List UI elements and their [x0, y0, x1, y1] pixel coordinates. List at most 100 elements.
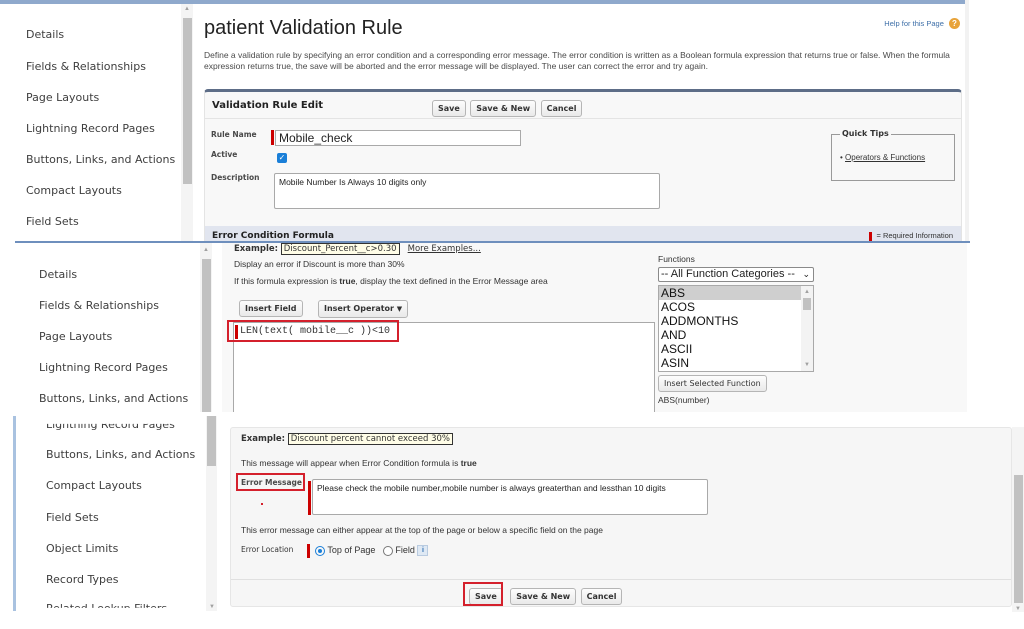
error-condition-title: Error Condition Formula — [212, 231, 334, 241]
save-new-button[interactable]: Save & New — [510, 588, 577, 605]
message-example-row: Example: Discount percent cannot exceed … — [241, 433, 454, 445]
radio-top-of-page[interactable] — [315, 545, 325, 556]
top-of-page-label[interactable]: Top of Page — [327, 545, 375, 555]
hint-bold: true — [460, 458, 477, 468]
scroll-down-arrow-icon[interactable]: ▼ — [804, 362, 810, 368]
more-examples-link[interactable]: More Examples... — [408, 244, 481, 254]
functions-label: Functions — [658, 254, 695, 264]
sidebar-item-page-layouts[interactable]: Page Layouts — [26, 91, 99, 104]
question-circle-icon[interactable]: ? — [949, 18, 960, 29]
scroll-thumb[interactable] — [202, 259, 211, 412]
function-option[interactable]: ADDMONTHS — [659, 314, 813, 328]
example-label: Example: — [241, 434, 286, 444]
formula-example-row: Example: Discount_Percent__c>0.30 More E… — [234, 243, 481, 255]
required-marker — [307, 544, 310, 558]
help-link[interactable]: Help for this Page ? — [884, 18, 960, 29]
screenshot-panel-1: Details Fields & Relationships Page Layo… — [0, 0, 1024, 242]
function-category-value: -- All Function Categories -- — [661, 268, 795, 280]
sidebar-item-compact-layouts[interactable]: Compact Layouts — [26, 184, 122, 197]
edit-block-title: Validation Rule Edit — [212, 100, 324, 111]
function-category-select[interactable]: -- All Function Categories -- ⌄ — [658, 267, 814, 282]
sidebar-item-field-sets[interactable]: Field Sets — [46, 511, 99, 524]
function-option[interactable]: ASIN — [659, 356, 813, 370]
sidebar-scrollbar[interactable]: ▲ — [200, 243, 212, 412]
function-option[interactable]: ABS — [659, 286, 813, 300]
function-option[interactable]: ACOS — [659, 300, 813, 314]
sidebar-scrollbar[interactable]: ▲ — [181, 4, 193, 242]
example-value: Discount_Percent__c>0.30 — [280, 243, 400, 255]
scroll-up-arrow-icon[interactable]: ▲ — [184, 6, 190, 12]
sidebar-item-details[interactable]: Details — [26, 28, 64, 41]
example-label: Example: — [234, 244, 279, 254]
rule-name-input[interactable]: Mobile_check — [275, 130, 521, 146]
scroll-thumb[interactable] — [207, 416, 216, 466]
scroll-up-arrow-icon[interactable]: ▲ — [203, 247, 209, 253]
insert-field-button[interactable]: Insert Field — [239, 300, 303, 317]
scroll-down-arrow-icon[interactable]: ▼ — [209, 604, 215, 610]
right-border — [965, 0, 969, 242]
sidebar-item-page-layouts[interactable]: Page Layouts — [39, 330, 112, 343]
scroll-up-arrow-icon[interactable]: ▲ — [804, 289, 810, 295]
scroll-down-arrow-icon[interactable]: ▼ — [1015, 606, 1021, 612]
sidebar-item-fields-relationships[interactable]: Fields & Relationships — [26, 60, 146, 73]
listbox-scrollbar[interactable]: ▲ ▼ — [801, 286, 813, 371]
save-new-button[interactable]: Save & New — [470, 100, 537, 117]
required-marker — [308, 481, 311, 515]
hint-suffix: , display the text defined in the Error … — [355, 276, 548, 286]
hint-bold: true — [339, 276, 356, 286]
sidebar-item-lightning-record-pages[interactable]: Lightning Record Pages — [39, 361, 168, 374]
error-location-radio-group: Top of Page Field i — [315, 545, 429, 557]
active-checkbox[interactable]: ✓ — [277, 153, 287, 163]
footer-divider — [231, 579, 1011, 580]
field-label[interactable]: Field — [395, 545, 415, 555]
insert-operator-label: Insert Operator — [324, 304, 394, 313]
error-location-label: Error Location — [241, 545, 294, 554]
formula-area: Example: Discount_Percent__c>0.30 More E… — [222, 243, 974, 412]
sidebar-item-lightning-record-pages[interactable]: Lightning Record Pages — [26, 122, 155, 135]
page-title: patient Validation Rule — [204, 17, 403, 39]
red-dot — [261, 503, 263, 505]
insert-operator-button[interactable]: Insert Operator ▼ — [318, 300, 409, 318]
save-button[interactable]: Save — [432, 100, 466, 117]
operators-functions-link[interactable]: Operators & Functions — [845, 153, 925, 162]
rule-name-label: Rule Name — [211, 130, 257, 139]
radio-field[interactable] — [382, 545, 393, 556]
scroll-thumb[interactable] — [1014, 475, 1023, 603]
function-option[interactable]: AND — [659, 328, 813, 342]
error-message-textarea[interactable]: Please check the mobile number,mobile nu… — [312, 479, 708, 515]
scroll-thumb[interactable] — [183, 18, 192, 184]
sidebar-item-related-lookup-filters[interactable]: Related Lookup Filters — [46, 602, 167, 608]
sidebar: Details Fields & Relationships Page Layo… — [0, 243, 200, 412]
help-link-text[interactable]: Help for this Page — [884, 19, 944, 28]
sidebar-item-buttons-links-actions[interactable]: Buttons, Links, and Actions — [26, 153, 175, 166]
cancel-button[interactable]: Cancel — [540, 100, 583, 117]
message-hint: This message will appear when Error Cond… — [241, 458, 477, 468]
hint-prefix: If this formula expression is — [234, 276, 340, 286]
sidebar-item-compact-layouts[interactable]: Compact Layouts — [46, 479, 142, 492]
insert-selected-function-button[interactable]: Insert Selected Function — [658, 375, 767, 392]
sidebar-item-buttons-links-actions[interactable]: Buttons, Links, and Actions — [39, 392, 188, 405]
sidebar-scrollbar[interactable]: ▼ — [206, 416, 217, 611]
error-condition-header: Error Condition Formula = Required Infor… — [205, 226, 961, 242]
hint-prefix: This message will appear when Error Cond… — [241, 458, 461, 468]
sidebar-item-field-sets[interactable]: Field Sets — [26, 215, 79, 228]
sidebar-item-record-types[interactable]: Record Types — [46, 573, 119, 586]
sidebar-item-fields-relationships[interactable]: Fields & Relationships — [39, 299, 159, 312]
required-marker — [271, 130, 274, 145]
validation-rule-edit-block: Validation Rule Edit Save Save & New Can… — [204, 89, 962, 242]
functions-listbox[interactable]: ABS ACOS ADDMONTHS AND ASCII ASIN ▲ ▼ — [658, 285, 814, 372]
scroll-thumb[interactable] — [803, 298, 811, 310]
sidebar: Details Fields & Relationships Page Layo… — [0, 0, 195, 242]
sidebar-item-object-limits[interactable]: Object Limits — [46, 542, 118, 555]
sidebar-item-buttons-links-actions[interactable]: Buttons, Links, and Actions — [46, 448, 195, 461]
highlight-save-button — [463, 582, 503, 606]
sidebar-item-lightning-record-pages[interactable]: Lightning Record Pages — [46, 424, 175, 431]
sidebar-item-details[interactable]: Details — [39, 268, 77, 281]
info-icon[interactable]: i — [417, 545, 429, 557]
page-scrollbar[interactable]: ▼ — [1012, 427, 1024, 612]
cancel-button[interactable]: Cancel — [580, 588, 623, 605]
quick-tips-list: • Operators & Functions — [840, 153, 926, 162]
formula-hint: If this formula expression is true, disp… — [234, 276, 548, 286]
function-option[interactable]: ASCII — [659, 342, 813, 356]
description-textarea[interactable]: Mobile Number Is Always 10 digits only — [274, 173, 660, 209]
